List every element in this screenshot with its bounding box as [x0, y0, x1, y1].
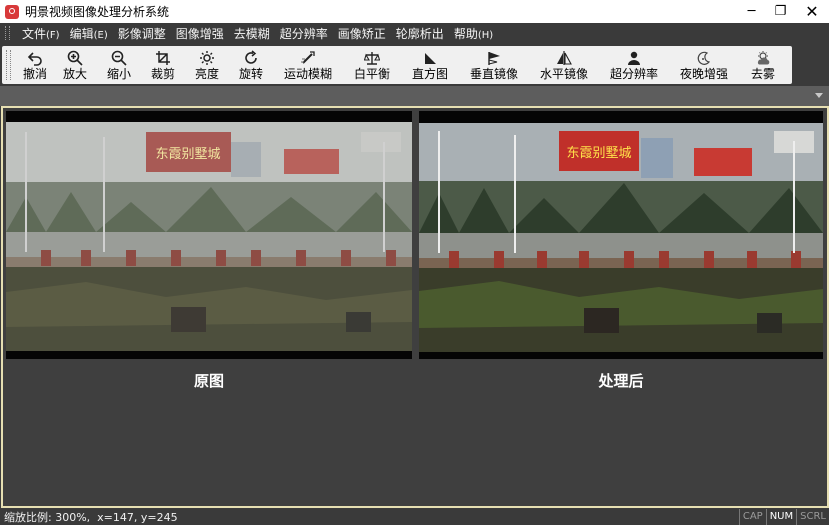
- menu-file[interactable]: 文件(F): [17, 25, 65, 42]
- original-caption: 原图: [193, 372, 224, 390]
- window-controls: ─ ❐ ✕: [737, 0, 829, 23]
- menu-contour-extraction[interactable]: 轮廓析出: [391, 25, 449, 42]
- scroll-lock-indicator: SCRL: [796, 509, 829, 525]
- dropdown-arrow-icon[interactable]: [815, 93, 823, 98]
- white-balance-icon: [364, 52, 380, 65]
- toolbar-grip-handle[interactable]: [6, 50, 11, 80]
- vertical-mirror-button[interactable]: 垂直镜像: [459, 46, 529, 84]
- menu-image-correction[interactable]: 画像矫正: [333, 25, 391, 42]
- processed-image: 东霞别墅城: [419, 123, 823, 352]
- toolbar-area: 撤消 放大 缩小 裁剪 亮度 旋转 运动模糊 白平衡 直方图 垂直镜像 水平镜像…: [0, 43, 829, 86]
- undo-label: 撤消: [22, 67, 47, 81]
- menu-grip-handle[interactable]: [5, 26, 10, 40]
- menu-bar: 文件(F) 编辑(E) 影像调整 图像增强 去模糊 超分辨率 画像矫正 轮廓析出…: [0, 23, 829, 43]
- minimize-button[interactable]: ─: [737, 0, 766, 23]
- app-logo-icon: [5, 4, 19, 19]
- horizontal-mirror-button[interactable]: 水平镜像: [529, 46, 599, 84]
- menu-help[interactable]: 帮助(H): [449, 25, 498, 42]
- zoom-in-icon: [67, 50, 83, 66]
- status-bar: 缩放比例: 300%, x=147, y=245 CAP NUM SCRL: [0, 509, 829, 525]
- menu-image-adjust[interactable]: 影像调整: [113, 25, 171, 42]
- menu-super-resolution[interactable]: 超分辨率: [275, 25, 333, 42]
- menu-image-enhance[interactable]: 图像增强: [171, 25, 229, 42]
- brightness-icon: [200, 51, 214, 65]
- crop-button[interactable]: 裁剪: [141, 46, 185, 84]
- processed-image-pane[interactable]: 东霞别墅城: [419, 111, 823, 359]
- histogram-icon: [425, 53, 436, 64]
- vertical-mirror-label: 垂直镜像: [469, 67, 518, 81]
- histogram-label: 直方图: [411, 67, 448, 81]
- window-title: 明景视频图像处理分析系统: [25, 5, 170, 19]
- defog-icon: [757, 51, 770, 65]
- defog-button[interactable]: 去雾: [739, 46, 787, 84]
- zoom-in-label: 放大: [62, 67, 87, 81]
- zoom-out-icon: [111, 50, 127, 66]
- brightness-label: 亮度: [194, 67, 219, 81]
- super-resolution-label: 超分辨率: [609, 67, 658, 81]
- undo-button[interactable]: 撤消: [17, 46, 53, 84]
- svg-text:东霞别墅城: 东霞别墅城: [155, 147, 220, 162]
- brightness-button[interactable]: 亮度: [185, 46, 229, 84]
- maximize-button[interactable]: ❐: [766, 0, 795, 23]
- night-enhance-label: 夜晚增强: [679, 67, 728, 81]
- undo-icon: [27, 52, 42, 66]
- svg-text:东霞别墅城: 东霞别墅城: [566, 146, 631, 161]
- white-balance-label: 白平衡: [353, 67, 390, 81]
- crop-icon: [156, 51, 170, 65]
- comparison-view: 东霞别墅城 东霞别墅城 原图 处理后: [1, 106, 829, 508]
- night-enhance-button[interactable]: 夜晚增强: [669, 46, 739, 84]
- original-image-pane[interactable]: 东霞别墅城: [6, 111, 412, 359]
- horizontal-mirror-label: 水平镜像: [539, 67, 588, 81]
- crop-label: 裁剪: [150, 67, 175, 81]
- super-resolution-icon: [628, 51, 640, 65]
- status-zoom-coords: 缩放比例: 300%, x=147, y=245: [4, 511, 178, 524]
- zoom-out-label: 缩小: [106, 67, 131, 81]
- title-bar: 明景视频图像处理分析系统 ─ ❐ ✕: [0, 0, 829, 23]
- motion-blur-icon: [301, 51, 315, 64]
- processed-caption: 处理后: [598, 372, 644, 390]
- status-indicators: CAP NUM SCRL: [738, 509, 829, 525]
- original-image: 东霞别墅城: [6, 122, 412, 351]
- rotate-label: 旋转: [238, 67, 263, 81]
- defog-label: 去雾: [750, 67, 775, 81]
- caps-lock-indicator: CAP: [738, 509, 766, 525]
- motion-blur-label: 运动模糊: [283, 67, 332, 81]
- view-header-strip: [0, 86, 829, 106]
- rotate-icon: [245, 50, 257, 64]
- white-balance-button[interactable]: 白平衡: [343, 46, 401, 84]
- zoom-in-button[interactable]: 放大: [53, 46, 97, 84]
- close-button[interactable]: ✕: [795, 0, 829, 23]
- super-resolution-button[interactable]: 超分辨率: [599, 46, 669, 84]
- zoom-out-button[interactable]: 缩小: [97, 46, 141, 84]
- night-enhance-icon: [697, 51, 711, 65]
- toolbar: 撤消 放大 缩小 裁剪 亮度 旋转 运动模糊 白平衡 直方图 垂直镜像 水平镜像…: [2, 46, 792, 84]
- rotate-button[interactable]: 旋转: [229, 46, 273, 84]
- histogram-button[interactable]: 直方图: [401, 46, 459, 84]
- menu-deblur[interactable]: 去模糊: [229, 25, 275, 42]
- menu-edit[interactable]: 编辑(E): [65, 25, 113, 42]
- horizontal-mirror-icon: [557, 51, 572, 65]
- motion-blur-button[interactable]: 运动模糊: [273, 46, 343, 84]
- num-lock-indicator: NUM: [765, 509, 796, 525]
- vertical-mirror-icon: [488, 52, 500, 65]
